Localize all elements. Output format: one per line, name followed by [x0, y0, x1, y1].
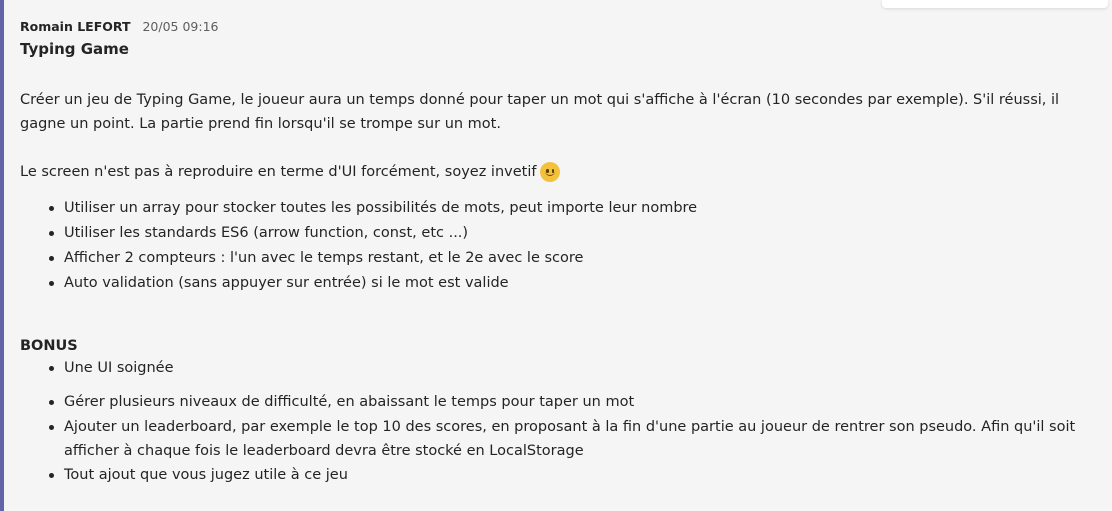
message-post: Romain LEFORT 20/05 09:16 Typing Game Cr… — [0, 0, 1112, 511]
list-item: Gérer plusieurs niveaux de difficulté, e… — [49, 390, 1100, 415]
message-timestamp: 20/05 09:16 — [142, 19, 219, 34]
note-text: Le screen n'est pas à reproduire en term… — [20, 164, 537, 180]
requirements-list: Utiliser un array pour stocker toutes le… — [20, 196, 1100, 296]
bonus-list-first: Une UI soignée — [20, 356, 1100, 381]
list-item: Utiliser les standards ES6 (arrow functi… — [49, 221, 1100, 246]
note-paragraph: Le screen n'est pas à reproduire en term… — [20, 160, 1100, 184]
bonus-heading: BONUS — [20, 338, 78, 354]
list-item: Auto validation (sans appuyer sur entrée… — [49, 271, 1100, 296]
slightly-smiling-face-icon — [540, 162, 561, 182]
list-item: Afficher 2 compteurs : l'un avec le temp… — [49, 246, 1100, 271]
list-item: Ajouter un leaderboard, par exemple le t… — [49, 415, 1100, 463]
author-name[interactable]: Romain LEFORT — [20, 19, 130, 34]
list-item: Une UI soignée — [49, 356, 1100, 381]
floating-panel-edge — [882, 0, 1108, 8]
intro-paragraph: Créer un jeu de Typing Game, le joueur a… — [20, 92, 1060, 132]
message-body: Créer un jeu de Typing Game, le joueur a… — [20, 88, 1100, 488]
bonus-list-rest: Gérer plusieurs niveaux de difficulté, e… — [20, 390, 1100, 488]
list-item: Utiliser un array pour stocker toutes le… — [49, 196, 1100, 221]
list-item: Tout ajout que vous jugez utile à ce jeu — [49, 463, 1100, 488]
message-subject: Typing Game — [20, 40, 129, 58]
message-header: Romain LEFORT 20/05 09:16 — [20, 19, 218, 35]
